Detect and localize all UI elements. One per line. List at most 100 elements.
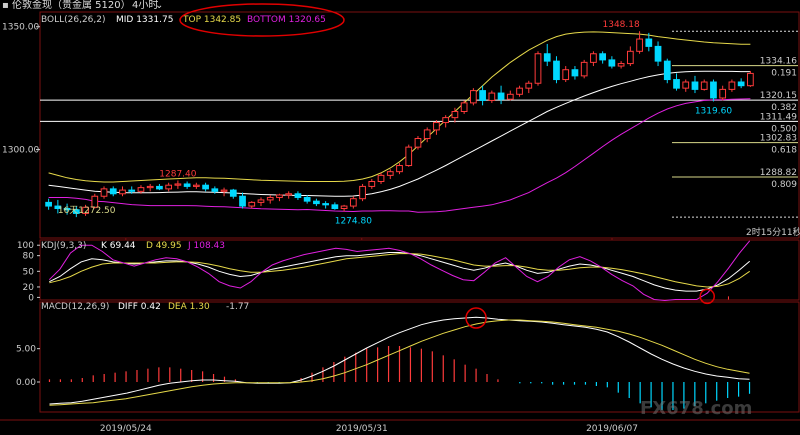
candle-body	[617, 63, 625, 67]
candle-body	[137, 187, 145, 192]
price-grid: 1350.00 1300.00	[2, 23, 40, 156]
candle-body	[322, 203, 329, 206]
candle-body	[257, 199, 265, 203]
candle-body	[368, 181, 376, 187]
candle-body	[248, 201, 256, 207]
macd-diff-legend: DIFF 0.42	[118, 302, 161, 312]
candle-body	[516, 87, 523, 95]
x-tick-label: 2019/05/31	[336, 424, 388, 434]
candle-body	[488, 92, 496, 101]
fib-price-label: 1302.83	[760, 134, 797, 144]
countdown-label: 2时15分11秒	[746, 226, 800, 238]
candle-body	[737, 81, 745, 87]
bottom-legend: BOTTOM 1320.65	[247, 15, 326, 25]
candle-body	[470, 90, 477, 104]
kdj-tick-label: 20	[23, 283, 35, 293]
candle-body	[276, 194, 283, 198]
candle-body	[340, 205, 348, 210]
candle-body	[266, 196, 274, 201]
candle-body	[405, 146, 413, 167]
macd-tick-label: 5.00	[16, 345, 36, 355]
kdj-legend: KDJ(9,3,3)	[41, 241, 86, 251]
price-annotation: 1287.40	[159, 170, 196, 180]
kdj-tick-label: 80	[23, 252, 35, 262]
candle-body	[45, 201, 52, 207]
x-tick-label: 2019/05/24	[100, 424, 152, 434]
candle-body	[396, 165, 403, 173]
boll-legend: BOLL(26,26,2)	[41, 15, 106, 25]
candle-body	[294, 193, 302, 198]
price-tick-label: 1300.00	[2, 146, 39, 156]
candle-body	[719, 88, 727, 99]
fib-price-label: 1311.49	[760, 112, 797, 122]
candle-body	[599, 53, 607, 61]
candle-body	[165, 184, 173, 190]
candle-body	[313, 200, 320, 205]
fib-price-label: 1334.16	[760, 57, 797, 67]
kdj-d-legend: D 49.95	[146, 241, 182, 251]
candle-body	[460, 102, 468, 112]
panel-frame	[39, 11, 800, 239]
panel-frame	[39, 301, 800, 413]
x-axis: 2019/05/24 2019/05/31 2019/06/07	[100, 238, 638, 434]
candle-body	[303, 196, 311, 202]
candle-body	[553, 60, 560, 81]
candle-body	[128, 189, 136, 192]
candle-body	[562, 69, 570, 81]
x-tick-label: 2019/06/07	[586, 424, 638, 434]
candle-body	[285, 193, 293, 196]
candle-body	[608, 59, 616, 67]
candle-body	[386, 171, 394, 176]
price-annotation: 16天1272.50	[58, 206, 116, 216]
candle-body	[192, 184, 200, 187]
candle-body	[747, 72, 754, 87]
candle-body	[673, 79, 680, 89]
candle-body	[433, 122, 440, 131]
boll-lower-line	[48, 98, 751, 213]
candle-body	[700, 81, 708, 90]
candle-body	[728, 81, 736, 90]
macd-tick-label: 0.00	[16, 378, 36, 388]
macd-panel: 5.00 0.00	[16, 307, 751, 410]
candle-body	[331, 204, 339, 210]
kdj-j-legend: J 108.43	[187, 241, 225, 251]
candle-body	[710, 81, 717, 99]
fib-price-label: 1320.15	[760, 91, 797, 101]
top-legend: TOP 1342.85	[182, 15, 241, 25]
candle-body	[100, 188, 108, 197]
candle-body	[220, 189, 228, 192]
candle-body	[580, 61, 588, 77]
candle-body	[506, 93, 514, 100]
kdj-tick-label: 100	[17, 241, 34, 251]
fib-ratio-label: 0.809	[771, 180, 797, 190]
candle-body	[479, 90, 486, 101]
candle-body	[119, 189, 126, 195]
kdj-k-line	[49, 252, 751, 292]
candle-body	[571, 69, 579, 77]
watermark-logo: FX678.com	[640, 398, 753, 419]
price-annotation: 1319.60	[695, 106, 732, 116]
candle-body	[691, 81, 699, 90]
candle-body	[349, 198, 357, 207]
candle-body	[156, 185, 163, 190]
candle-body	[377, 174, 385, 182]
candle-body	[626, 50, 634, 65]
candle-body	[359, 185, 366, 200]
candles	[45, 31, 754, 218]
kdj-k-legend: K 69.44	[101, 241, 136, 251]
candle-body	[146, 185, 154, 189]
fib-ratio-label: 0.191	[771, 69, 797, 79]
candle-body	[423, 129, 431, 140]
candle-body	[543, 53, 551, 62]
fib-ratio-label: 0.618	[771, 146, 797, 156]
kdj-tick-label: 50	[23, 267, 35, 277]
candle-body	[636, 38, 643, 52]
boll-upper-line	[48, 31, 751, 183]
kdj-d-line	[49, 253, 750, 288]
candle-body	[497, 92, 505, 100]
boll-mid-line	[48, 70, 751, 197]
candle-body	[682, 81, 690, 89]
macd-dea-legend: DEA 1.30	[168, 302, 210, 312]
candle-body	[202, 184, 209, 190]
candle-body	[229, 189, 237, 197]
